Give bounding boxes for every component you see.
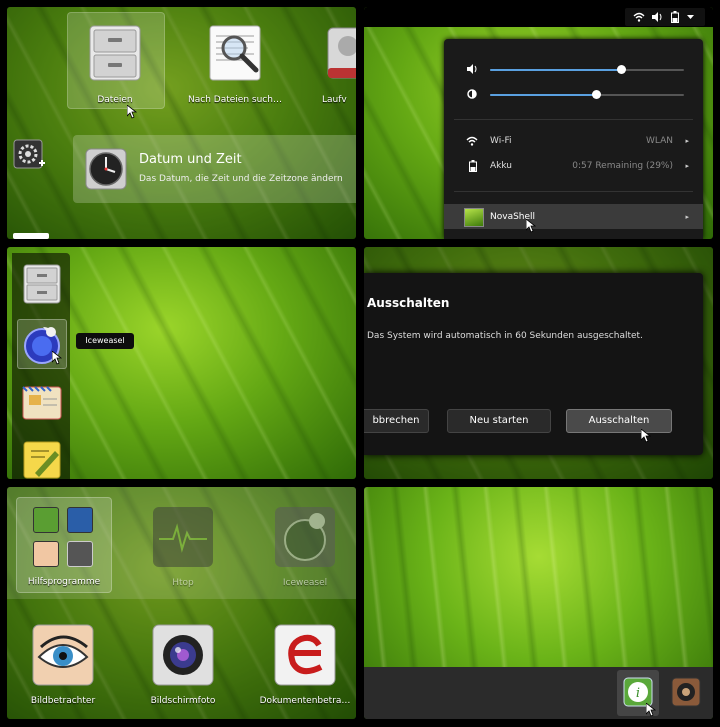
brightness-icon bbox=[467, 89, 477, 99]
mouse-cursor-icon bbox=[646, 703, 656, 717]
app-label: Hilfsprogramme bbox=[27, 577, 101, 587]
app-folder-hilfsprogramme[interactable]: Hilfsprogramme bbox=[16, 497, 112, 593]
clock-icon bbox=[85, 148, 127, 190]
app-label: Htop bbox=[172, 578, 194, 588]
wifi-icon bbox=[633, 12, 645, 22]
settings-result-title: Datum und Zeit bbox=[139, 152, 242, 167]
battery-icon bbox=[469, 160, 477, 172]
battery-row[interactable]: Akku 0:57 Remaining (29%) ▸ bbox=[444, 154, 703, 176]
settings-result-subtitle: Das Datum, die Zeit und die Zeitzone änd… bbox=[139, 174, 343, 184]
camera-icon bbox=[67, 541, 93, 567]
wifi-row[interactable]: Wi-Fi WLAN ▸ bbox=[444, 129, 703, 151]
app-search-panel: Dateien Nach Dateien such… Laufv Datum u… bbox=[7, 7, 356, 239]
mouse-cursor-icon bbox=[52, 351, 62, 365]
dash-panel: Iceweasel bbox=[7, 247, 356, 479]
volume-slider-knob[interactable] bbox=[617, 65, 627, 74]
mouse-cursor-icon bbox=[127, 105, 137, 119]
file-cabinet-icon[interactable] bbox=[21, 263, 63, 305]
dash bbox=[12, 253, 70, 479]
app-label: Bildbetrachter bbox=[30, 696, 96, 706]
volume-icon bbox=[652, 12, 662, 22]
overlay bbox=[7, 7, 356, 239]
notes-icon[interactable] bbox=[21, 439, 63, 479]
search-files-icon bbox=[209, 25, 261, 81]
settings-gear-icon[interactable] bbox=[13, 139, 47, 173]
battery-icon bbox=[671, 11, 679, 23]
app-label: Bildschirmfoto bbox=[150, 696, 216, 706]
app-label: Dateien bbox=[97, 95, 133, 105]
brightness-slider-knob[interactable] bbox=[592, 90, 602, 99]
app-iceweasel[interactable]: Iceweasel bbox=[259, 499, 351, 591]
camera-icon bbox=[152, 624, 214, 686]
mouse-cursor-icon bbox=[526, 219, 536, 233]
svg-text:i: i bbox=[636, 686, 640, 701]
volume-slider-fill bbox=[490, 69, 622, 71]
iceweasel-icon bbox=[275, 507, 335, 567]
message-tray-panel: i bbox=[364, 487, 713, 719]
app-dokumentenbetrachter[interactable]: Dokumentenbetra… bbox=[259, 617, 355, 709]
shutdown-dialog: Ausschalten Das System wird automatisch … bbox=[364, 273, 703, 455]
shutdown-button[interactable]: Ausschalten bbox=[566, 409, 672, 433]
app-label: Iceweasel bbox=[282, 578, 328, 588]
notes-icon bbox=[33, 507, 59, 533]
wifi-label: Wi-Fi bbox=[490, 136, 512, 146]
avatar bbox=[464, 208, 484, 227]
app-bildschirmfoto[interactable]: Bildschirmfoto bbox=[137, 617, 229, 709]
system-menu-panel: Wi-Fi WLAN ▸ Akku 0:57 Remaining (29%) ▸… bbox=[364, 7, 713, 239]
wifi-icon bbox=[466, 136, 478, 146]
app-dateien[interactable]: Dateien bbox=[67, 12, 163, 107]
mail-icon[interactable] bbox=[21, 381, 63, 423]
chevron-right-icon: ▸ bbox=[685, 162, 689, 170]
wifi-value: WLAN bbox=[645, 136, 673, 146]
chevron-down-icon bbox=[687, 15, 694, 19]
app-laufwerk[interactable]: Laufv bbox=[317, 12, 356, 107]
settings-result-date-time[interactable]: Datum und Zeit Das Datum, die Zeit und d… bbox=[73, 135, 356, 203]
app-search-files[interactable]: Nach Dateien such… bbox=[187, 12, 283, 107]
battery-value: 0:57 Remaining (29%) bbox=[572, 161, 673, 171]
shutdown-dialog-panel: Ausschalten Das System wird automatisch … bbox=[364, 247, 713, 479]
brightness-slider[interactable] bbox=[490, 90, 684, 99]
chevron-right-icon: ▸ bbox=[685, 137, 689, 145]
divider bbox=[454, 119, 693, 120]
dash-tooltip: Iceweasel bbox=[76, 333, 134, 349]
divider bbox=[454, 191, 693, 192]
document-viewer-icon bbox=[274, 624, 336, 686]
dialog-title: Ausschalten bbox=[367, 296, 450, 310]
app-htop[interactable]: Htop bbox=[137, 499, 229, 591]
eye-icon bbox=[33, 541, 59, 567]
htop-icon bbox=[153, 507, 213, 567]
app-label: Dokumentenbetra… bbox=[259, 696, 351, 706]
brightness-slider-fill bbox=[490, 94, 597, 96]
cancel-button[interactable]: bbrechen bbox=[364, 409, 429, 433]
volume-icon bbox=[467, 64, 477, 74]
chevron-right-icon: ▸ bbox=[685, 213, 689, 221]
app-grid-panel: Hilfsprogramme Htop Iceweasel Bildbetrac… bbox=[7, 487, 356, 719]
app-bildbetrachter[interactable]: Bildbetrachter bbox=[17, 617, 109, 709]
system-menu: Wi-Fi WLAN ▸ Akku 0:57 Remaining (29%) ▸… bbox=[444, 39, 703, 239]
file-cabinet-icon bbox=[89, 25, 141, 81]
restart-button[interactable]: Neu starten bbox=[447, 409, 551, 433]
mouse-cursor-icon bbox=[641, 429, 651, 443]
message-tray: i bbox=[364, 667, 713, 719]
disk-icon bbox=[327, 27, 356, 79]
dialog-message: Das System wird automatisch in 60 Sekund… bbox=[367, 331, 643, 341]
speaker-icon[interactable] bbox=[671, 677, 701, 707]
battery-label: Akku bbox=[490, 161, 513, 171]
volume-slider[interactable] bbox=[490, 65, 684, 74]
wifi-icon bbox=[67, 507, 93, 533]
status-area[interactable] bbox=[625, 8, 705, 26]
app-label: Nach Dateien such… bbox=[188, 95, 282, 105]
eye-icon bbox=[32, 624, 94, 686]
app-label: Laufv bbox=[322, 95, 347, 105]
partial-icon bbox=[13, 233, 49, 239]
user-row[interactable]: NovaShell ▸ bbox=[444, 204, 703, 229]
